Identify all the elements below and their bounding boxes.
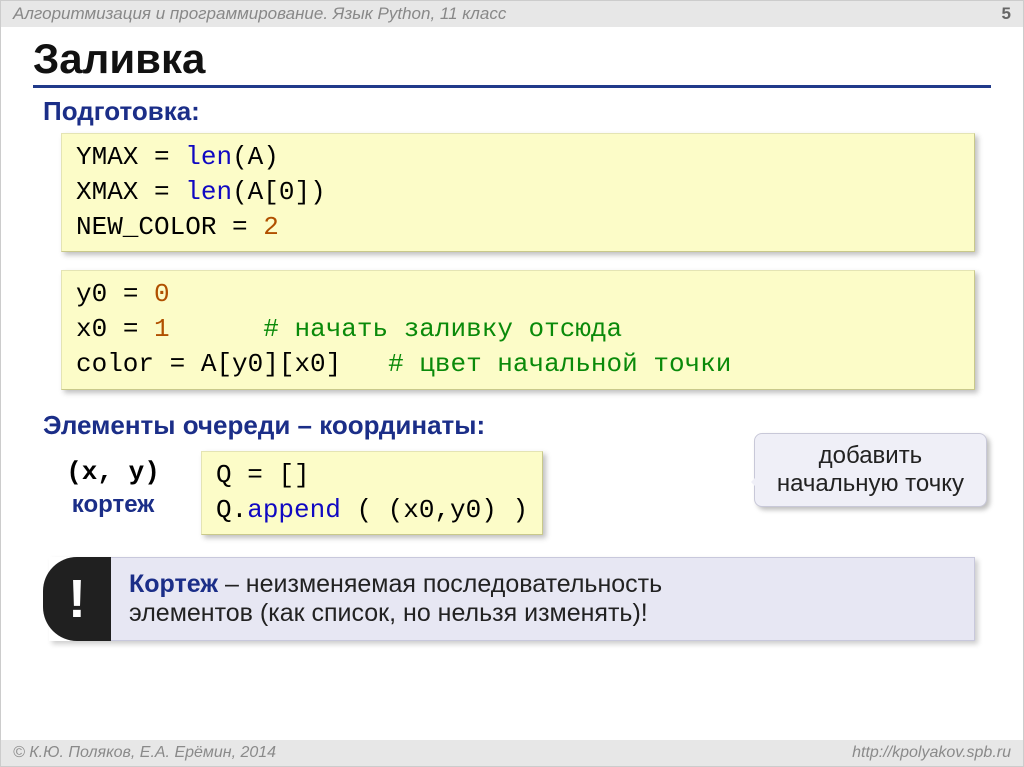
tuple-label: кортеж [43, 491, 183, 519]
note-rest2: элементов (как список, но нельзя изменят… [129, 599, 648, 627]
footer-bar: © К.Ю. Поляков, Е.А. Ерёмин, 2014 http:/… [1, 740, 1023, 766]
tuple-expr: (x, y) [66, 457, 160, 487]
page-number: 5 [1002, 4, 1011, 24]
callout-add-start: добавить начальную точку [754, 433, 987, 507]
title-rule [33, 85, 991, 88]
slide: Алгоритмизация и программирование. Язык … [0, 0, 1024, 767]
note-rest1: – неизменяемая последовательность [218, 570, 662, 598]
note-body: Кортеж – неизменяемая последовательность… [111, 557, 975, 641]
callout-line1: добавить [777, 442, 964, 470]
code-block-queue: Q = [] Q.append ( (x0,y0) ) [201, 451, 543, 535]
footer-right: http://kpolyakov.spb.ru [852, 744, 1011, 762]
note-box: ! Кортеж – неизменяемая последовательнос… [49, 557, 975, 641]
content: Подготовка: YMAX = len(A) XMAX = len(A[0… [1, 94, 1023, 641]
header-bar: Алгоритмизация и программирование. Язык … [1, 1, 1023, 27]
exclamation-icon: ! [43, 557, 111, 641]
callout-line2: начальную точку [777, 470, 964, 498]
slide-title: Заливка [1, 27, 1023, 85]
tuple-column: (x, y) кортеж [43, 451, 183, 519]
course-title: Алгоритмизация и программирование. Язык … [13, 4, 506, 24]
footer-left: © К.Ю. Поляков, Е.А. Ерёмин, 2014 [13, 744, 276, 762]
code-block-prep2: y0 = 0 x0 = 1 # начать заливку отсюда co… [61, 270, 975, 389]
section1-heading: Подготовка: [43, 94, 981, 133]
queue-row: (x, y) кортеж Q = [] Q.append ( (x0,y0) … [43, 451, 981, 535]
code-block-prep1: YMAX = len(A) XMAX = len(A[0]) NEW_COLOR… [61, 133, 975, 252]
note-term: Кортеж [129, 570, 218, 598]
